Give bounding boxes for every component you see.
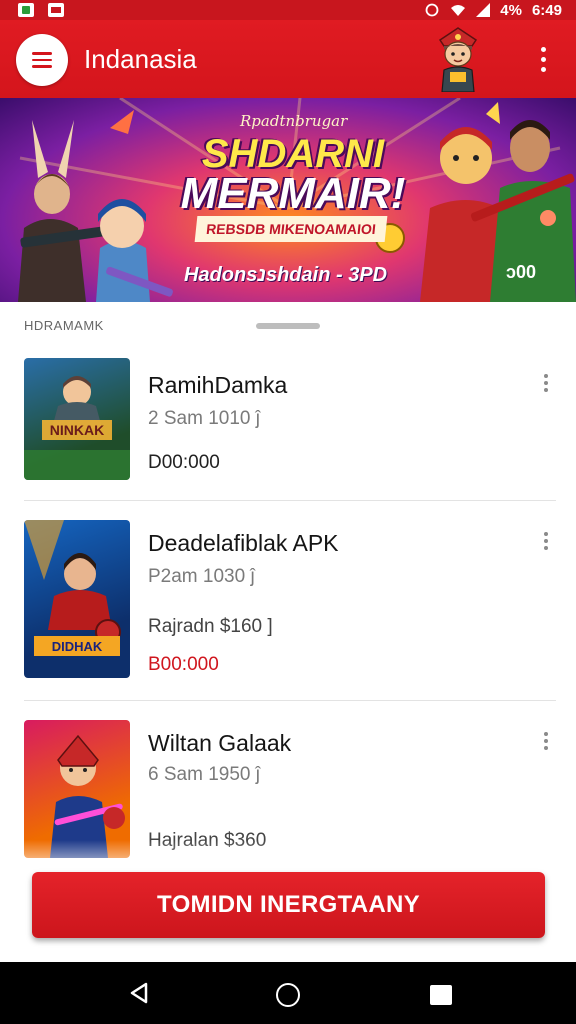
item-extra: Rajradn $160 ] [148,616,273,637]
item-price: B00:000 [148,654,219,675]
thumbnail-artwork [50,734,125,858]
image-icon [48,3,64,17]
banner-title: SHDARNI MERMAIR! [168,132,418,218]
app-thumbnail[interactable]: NINKAK [24,358,130,480]
app-title: Indanasia [84,44,197,74]
promo-banner[interactable]: Rpadtnbrugar SHDARNI MERMAIR! REBSDB MIK… [0,98,576,302]
battery-text: 4% [500,1,522,19]
banner-kicker: Rpadtnbrugar [240,112,348,130]
thumbnail-label: DIDHAK [52,639,103,654]
status-left [18,3,64,17]
item-meta: 6 Sam 1950 ĵ [148,764,260,785]
thumbnail-label: NINKAK [50,422,104,438]
app-thumbnail[interactable]: DIDHAK [24,520,130,678]
item-title[interactable]: RamihDamka [148,372,287,399]
app-bar: Indanasia [0,20,576,98]
item-meta: 2 Sam 1010 ĵ [148,408,260,429]
system-nav-bar [0,962,576,1024]
home-circle-icon[interactable] [276,983,300,1007]
app-screen: 4% 6:49 Indanasia Rpadtnbrugar SHDARNI M… [0,0,576,1024]
signal-icon [476,3,491,17]
thumbnail-artwork: DIDHAK [24,520,121,656]
thumbnail-artwork: NINKAK [24,376,130,480]
item-title[interactable]: Wiltan Galaak [148,730,291,757]
status-bar: 4% 6:49 [0,0,576,20]
banner-strip: REBSDB MIKENOAMAIOI [194,216,388,242]
wifi-icon [451,5,466,16]
item-more-icon[interactable] [536,374,556,398]
banner-title-line1: SHDARNI [201,132,385,176]
section-label: HDRAMAMK [24,318,104,333]
drag-handle[interactable] [256,323,320,329]
divider [24,500,556,501]
item-price: D00:000 [148,452,220,473]
banner-badge: ↄ00 [506,262,537,282]
recents-square-icon[interactable] [430,985,452,1005]
primary-action-button[interactable]: TOMIDN INERGTAANY [32,872,545,938]
status-right: 4% 6:49 [424,2,562,19]
banner-title-line2: MERMAIR! [180,169,406,218]
divider [24,700,556,701]
more-vert-icon[interactable] [530,42,556,76]
item-more-icon[interactable] [536,532,556,556]
back-triangle-icon[interactable] [128,982,150,1004]
clock: 6:49 [531,1,562,19]
app-thumbnail[interactable] [24,720,130,858]
banner-footer: Hadonsנshdain - 3PD [184,264,388,286]
gallery-icon [18,3,34,17]
item-more-icon[interactable] [536,732,556,756]
hamburger-menu-icon[interactable] [16,34,68,86]
item-title[interactable]: Deadelafiblak APK [148,530,339,557]
profile-avatar[interactable] [432,24,484,92]
item-meta: P2am 1030 ĵ [148,566,255,587]
alarm-icon [425,3,439,17]
